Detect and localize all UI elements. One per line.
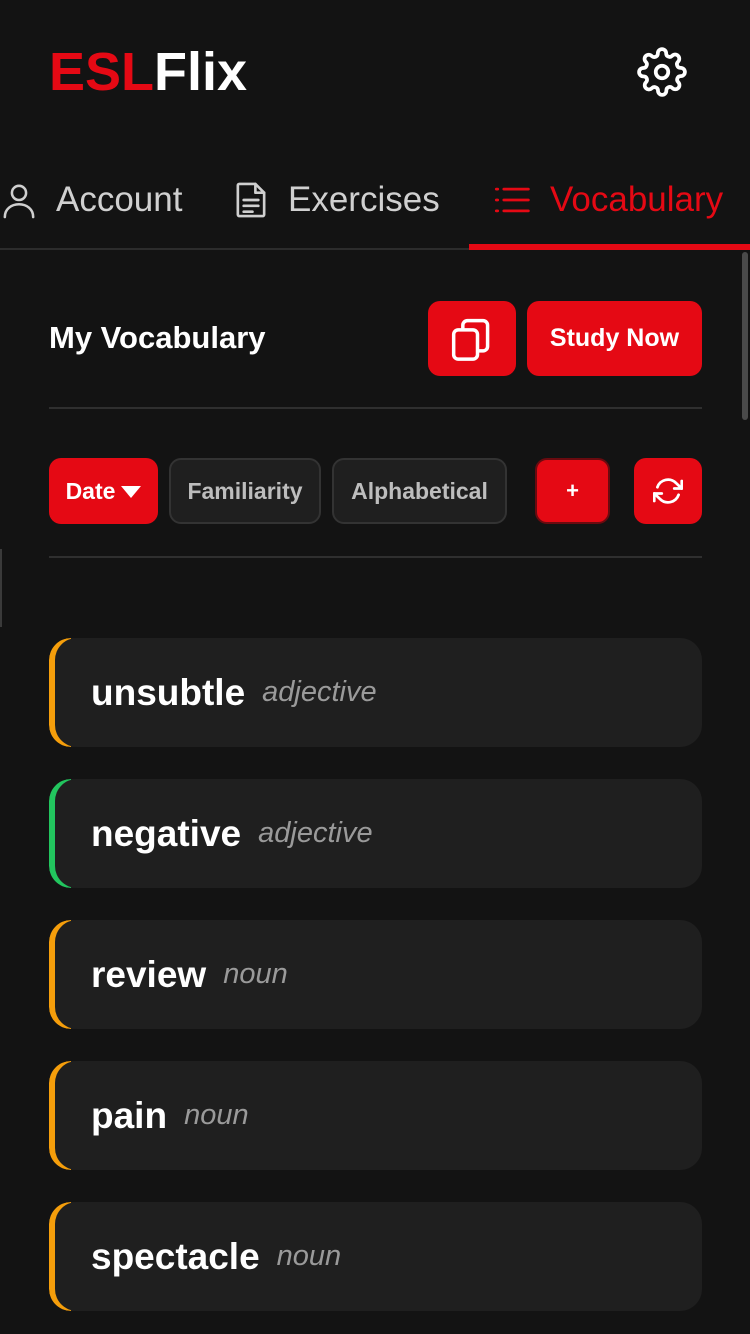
sort-date-label: Date — [65, 477, 116, 504]
word-card[interactable]: pain noun — [49, 1061, 702, 1170]
caret-down-icon — [121, 486, 142, 498]
word-card[interactable]: spectacle noun — [49, 1202, 702, 1311]
filter-divider — [49, 556, 702, 558]
study-now-button[interactable]: Study Now — [527, 301, 702, 376]
part-of-speech: noun — [223, 958, 288, 990]
left-edge-marker — [0, 549, 2, 627]
word-text: spectacle — [91, 1235, 260, 1277]
settings-button[interactable] — [632, 42, 692, 102]
refresh-icon — [653, 478, 683, 504]
card-accent-mask — [55, 779, 85, 888]
sort-date-button[interactable]: Date — [49, 458, 158, 524]
tab-account[interactable]: Account — [2, 150, 182, 250]
word-card[interactable]: unsubtle adjective — [49, 638, 702, 747]
tab-vocabulary[interactable]: Vocabulary — [494, 150, 723, 250]
main-tabs: Account Exercises Vocabulary — [0, 150, 750, 250]
word-text: negative — [91, 812, 242, 854]
card-accent-mask — [55, 638, 85, 747]
app-logo[interactable]: ESLFlix — [49, 40, 247, 104]
word-text: review — [91, 953, 207, 995]
refresh-button[interactable] — [634, 458, 702, 524]
logo-esl: ESL — [49, 42, 155, 102]
app-header: ESLFlix — [0, 0, 750, 150]
active-tab-indicator — [469, 244, 750, 250]
word-card[interactable]: review noun — [49, 920, 702, 1029]
copy-cards-icon — [451, 318, 490, 361]
user-icon — [2, 181, 36, 219]
logo-flix: Flix — [154, 42, 248, 102]
part-of-speech: adjective — [262, 676, 377, 708]
tab-account-label: Account — [56, 180, 183, 219]
sort-alphabetical-button[interactable]: Alphabetical — [332, 458, 507, 524]
tab-vocabulary-label: Vocabulary — [550, 180, 724, 219]
part-of-speech: noun — [184, 1099, 249, 1131]
vocabulary-title: My Vocabulary — [49, 320, 266, 355]
card-accent-mask — [55, 920, 85, 1029]
app-root: ESLFlix Account Exercises Vocabulary My … — [0, 0, 750, 1334]
tab-exercises-label: Exercises — [288, 180, 440, 219]
sort-familiarity-button[interactable]: Familiarity — [169, 458, 321, 524]
flashcards-button[interactable] — [428, 301, 516, 376]
add-word-button[interactable]: + — [535, 458, 610, 524]
card-accent-mask — [55, 1202, 85, 1311]
word-card[interactable]: negative adjective — [49, 779, 702, 888]
section-divider — [49, 407, 702, 409]
word-list: unsubtle adjective negative adjective review… — [49, 638, 702, 1334]
word-text: unsubtle — [91, 671, 246, 713]
list-icon — [494, 185, 530, 215]
scrollbar-thumb[interactable] — [742, 252, 748, 420]
tab-exercises[interactable]: Exercises — [234, 150, 440, 250]
part-of-speech: noun — [276, 1240, 342, 1272]
card-accent-mask — [55, 1061, 85, 1170]
part-of-speech: adjective — [258, 817, 373, 849]
document-icon — [234, 181, 268, 219]
gear-icon — [637, 47, 687, 97]
word-text: pain — [91, 1094, 168, 1136]
